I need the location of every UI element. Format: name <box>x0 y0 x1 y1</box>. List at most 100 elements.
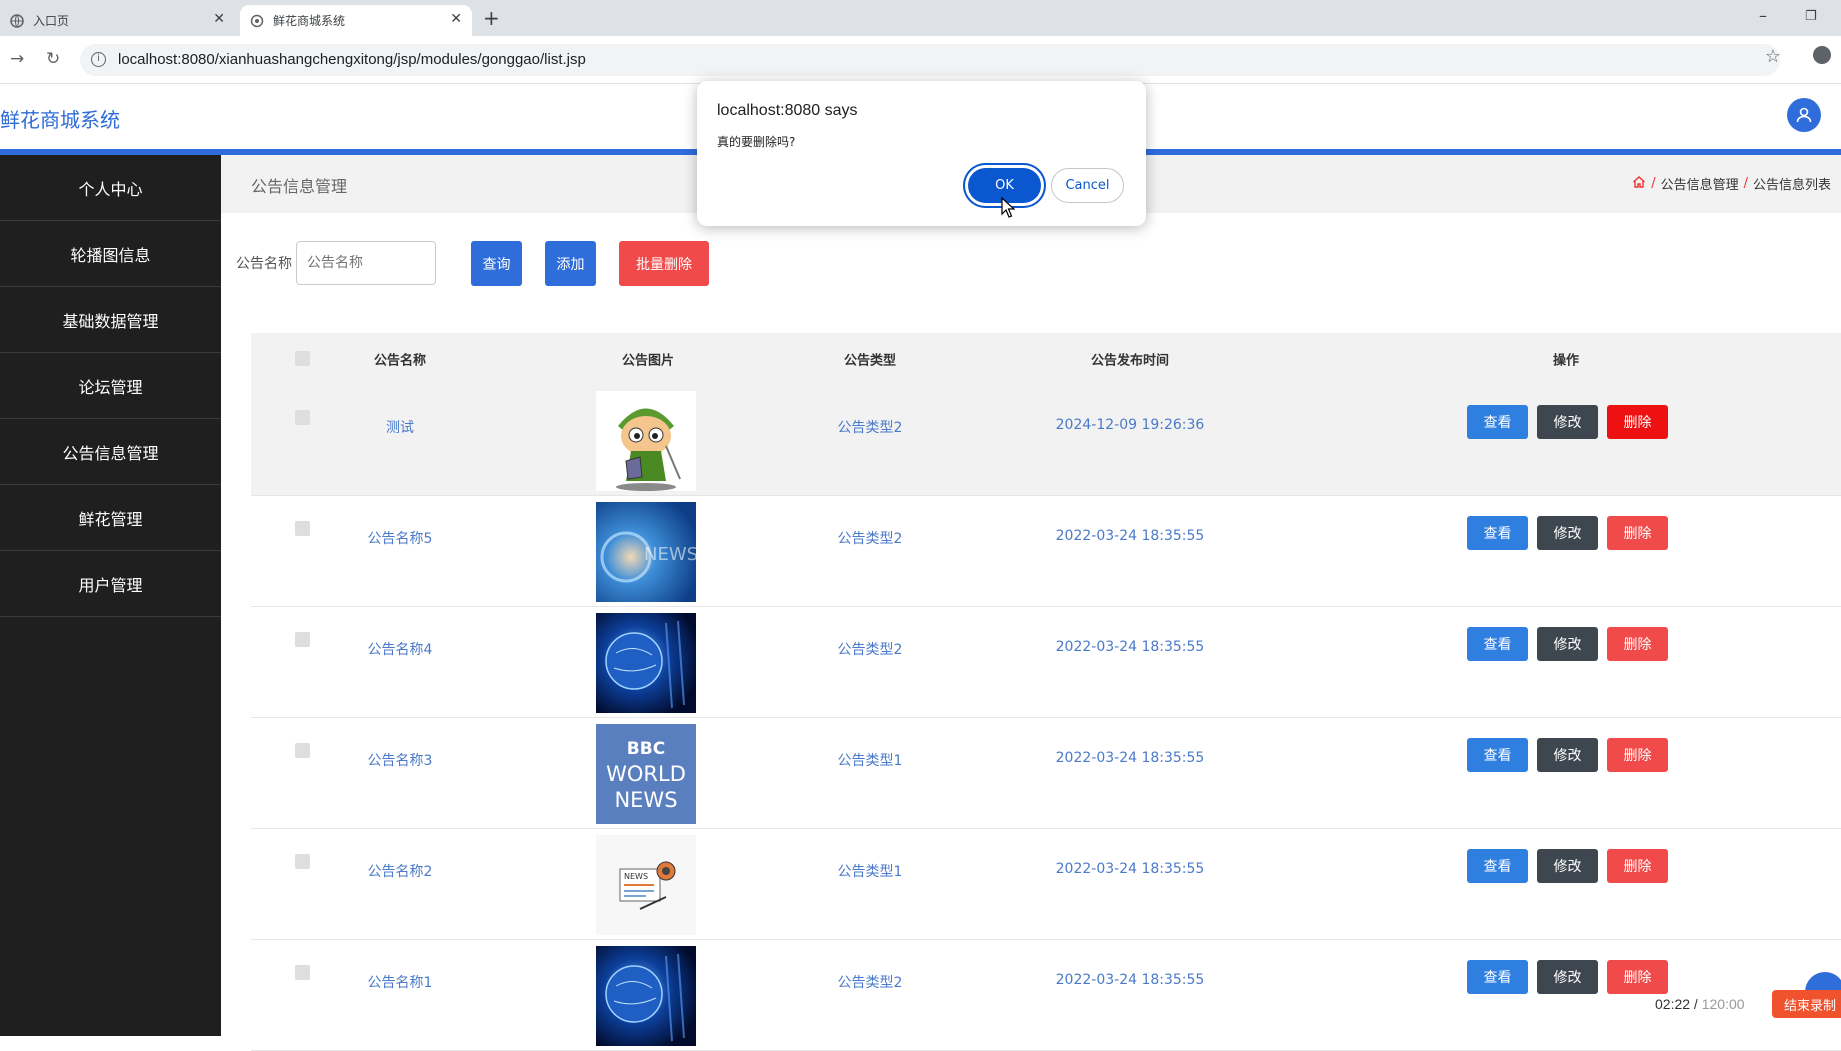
sidebar-item-label: 公告信息管理 <box>62 443 159 463</box>
browser-tab-active[interactable]: 鲜花商城系统 ✕ <box>240 5 472 36</box>
search-label: 公告名称 <box>236 256 292 272</box>
announcement-time: 2022-03-24 18:35:55 <box>1055 750 1205 766</box>
timer-separator: / <box>1690 996 1702 1012</box>
column-header: 公告类型 <box>843 353 897 369</box>
sidebar-item-label: 基础数据管理 <box>62 311 159 331</box>
stop-recording-button[interactable]: 结束录制 <box>1772 990 1841 1018</box>
app-title: 鲜花商城系统 <box>0 108 120 132</box>
delete-button[interactable]: 删除 <box>1607 738 1668 772</box>
view-button[interactable]: 查看 <box>1467 738 1528 772</box>
info-icon[interactable]: i <box>91 52 106 67</box>
edit-button[interactable]: 修改 <box>1537 738 1598 772</box>
reload-icon[interactable]: ↻ <box>46 49 60 69</box>
elapsed-time: 02:22 <box>1655 996 1691 1012</box>
edit-button[interactable]: 修改 <box>1537 516 1598 550</box>
sidebar-item-label: 论坛管理 <box>78 377 143 397</box>
search-form: 公告名称 <box>236 241 436 285</box>
new-tab-icon[interactable]: + <box>483 6 500 30</box>
sidebar-item-flowers[interactable]: 鲜花管理 <box>0 485 221 551</box>
url-box[interactable]: i localhost:8080/xianhuashangchengxitong… <box>80 44 1780 76</box>
row-checkbox[interactable] <box>295 632 310 647</box>
row-checkbox[interactable] <box>295 854 310 869</box>
breadcrumb-item[interactable]: 公告信息管理 <box>1661 174 1739 193</box>
minimize-icon[interactable]: – <box>1759 6 1767 25</box>
sidebar-item-personal-center[interactable]: 个人中心 <box>0 155 221 221</box>
sidebar-item-forum[interactable]: 论坛管理 <box>0 353 221 419</box>
view-button[interactable]: 查看 <box>1467 516 1528 550</box>
row-checkbox[interactable] <box>295 965 310 980</box>
column-header: 公告图片 <box>621 353 675 369</box>
dialog-cancel-button[interactable]: Cancel <box>1051 168 1124 203</box>
query-button[interactable]: 查询 <box>471 241 522 286</box>
restore-icon[interactable]: ❐ <box>1805 9 1817 24</box>
announcement-type: 公告类型2 <box>837 420 903 436</box>
view-button[interactable]: 查看 <box>1467 405 1528 439</box>
edit-button[interactable]: 修改 <box>1537 405 1598 439</box>
sidebar-item-users[interactable]: 用户管理 <box>0 551 221 617</box>
announcement-image <box>596 946 696 1046</box>
user-avatar-icon[interactable] <box>1787 98 1821 132</box>
announcement-type: 公告类型2 <box>837 642 903 658</box>
edit-button[interactable]: 修改 <box>1537 849 1598 883</box>
announcement-table: 公告名称 公告图片 公告类型 公告发布时间 操作 测试 公告类型2 2024-1… <box>251 333 1841 1051</box>
announcement-name[interactable]: 公告名称5 <box>368 528 433 548</box>
delete-button[interactable]: 删除 <box>1607 405 1668 439</box>
announcement-type: 公告类型1 <box>837 753 903 769</box>
add-button[interactable]: 添加 <box>545 241 596 286</box>
forward-arrow-icon[interactable]: → <box>10 49 24 69</box>
home-icon[interactable] <box>1632 175 1646 193</box>
announcement-time: 2022-03-24 18:35:55 <box>1055 861 1205 877</box>
announcement-name[interactable]: 公告名称4 <box>368 639 433 659</box>
view-button[interactable]: 查看 <box>1467 960 1528 994</box>
announcement-image: NEWS <box>596 502 696 602</box>
delete-button[interactable]: 删除 <box>1607 849 1668 883</box>
bbc-logo-text: BBC <box>627 739 665 759</box>
sidebar-item-carousel[interactable]: 轮播图信息 <box>0 221 221 287</box>
page-title: 公告信息管理 <box>251 177 348 196</box>
announcement-name[interactable]: 公告名称2 <box>368 861 433 881</box>
announcement-name[interactable]: 测试 <box>386 417 414 437</box>
main-content: 公告信息管理 / 公告信息管理 / 公告信息列表 公告名称 查询 添加 批量删除… <box>221 155 1841 1051</box>
sidebar-item-label: 用户管理 <box>78 575 143 595</box>
view-button[interactable]: 查看 <box>1467 627 1528 661</box>
bbc-logo-text: WORLD <box>606 762 686 786</box>
delete-button[interactable]: 删除 <box>1607 627 1668 661</box>
view-button[interactable]: 查看 <box>1467 849 1528 883</box>
tab-title: 鲜花商城系统 <box>273 14 346 28</box>
edit-button[interactable]: 修改 <box>1537 960 1598 994</box>
browser-tab[interactable]: 入口页 ✕ <box>0 5 235 36</box>
sidebar-item-announcements[interactable]: 公告信息管理 <box>0 419 221 485</box>
announcement-name[interactable]: 公告名称3 <box>368 750 433 770</box>
close-icon[interactable]: ✕ <box>450 11 462 27</box>
batch-delete-button[interactable]: 批量删除 <box>619 241 709 286</box>
close-icon[interactable]: ✕ <box>213 11 225 27</box>
announcement-time: 2022-03-24 18:35:55 <box>1055 972 1205 988</box>
row-checkbox[interactable] <box>295 743 310 758</box>
announcement-image <box>596 613 696 713</box>
sidebar-item-label: 轮播图信息 <box>70 245 151 265</box>
announcement-name[interactable]: 公告名称1 <box>368 972 433 992</box>
breadcrumb-separator: / <box>1651 176 1656 191</box>
select-all-checkbox[interactable] <box>295 351 310 366</box>
search-input[interactable] <box>296 241 436 285</box>
delete-button[interactable]: 删除 <box>1607 960 1668 994</box>
edit-button[interactable]: 修改 <box>1537 627 1598 661</box>
breadcrumb: / 公告信息管理 / 公告信息列表 <box>1632 174 1831 193</box>
browser-tab-bar: 入口页 ✕ 鲜花商城系统 ✕ + – ❐ <box>0 0 1841 36</box>
mouse-cursor-icon <box>1001 197 1015 218</box>
column-header: 公告名称 <box>373 353 427 369</box>
time-limit: 120:00 <box>1701 996 1745 1012</box>
recording-timer: 02:22 / 120:00 <box>1655 996 1745 1012</box>
sidebar-item-basic-data[interactable]: 基础数据管理 <box>0 287 221 353</box>
bookmark-star-icon[interactable]: ☆ <box>1765 46 1781 67</box>
row-checkbox[interactable] <box>295 521 310 536</box>
column-header: 公告发布时间 <box>1090 353 1170 369</box>
url-text[interactable]: localhost:8080/xianhuashangchengxitong/j… <box>118 51 586 68</box>
news-logo-text: NEWS <box>624 872 648 881</box>
tab-title: 入口页 <box>33 14 70 28</box>
announcement-image <box>596 391 696 491</box>
row-checkbox[interactable] <box>295 410 310 425</box>
globe-icon <box>10 13 24 28</box>
profile-icon[interactable] <box>1813 46 1831 64</box>
delete-button[interactable]: 删除 <box>1607 516 1668 550</box>
